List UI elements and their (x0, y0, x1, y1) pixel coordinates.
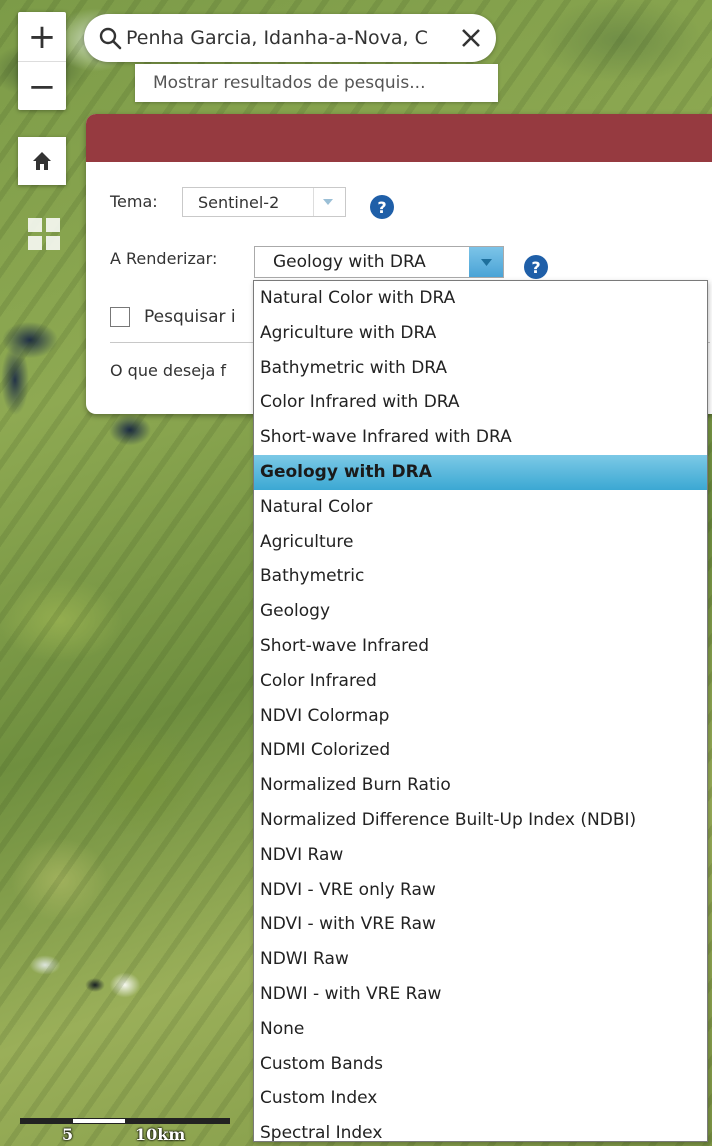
dropdown-option[interactable]: Bathymetric (254, 559, 707, 594)
dropdown-option[interactable]: NDMI Colorized (254, 733, 707, 768)
theme-label: Tema: (110, 192, 158, 211)
dropdown-option[interactable]: Natural Color with DRA (254, 281, 707, 316)
theme-value: Sentinel-2 (198, 192, 280, 212)
dropdown-option[interactable]: NDVI - VRE only Raw (254, 873, 707, 908)
scale-bar-graphic (20, 1118, 230, 1124)
dropdown-option[interactable]: Normalized Burn Ratio (254, 768, 707, 803)
dropdown-option[interactable]: Spectral Index (254, 1116, 707, 1141)
dropdown-option[interactable]: NDVI - with VRE Raw (254, 907, 707, 942)
search-images-checkbox[interactable] (110, 307, 130, 327)
dropdown-option[interactable]: None (254, 1012, 707, 1047)
home-button[interactable] (18, 137, 66, 185)
scale-bar: 5 10km (20, 1112, 250, 1146)
scale-label: 10km (135, 1125, 186, 1144)
dropdown-option[interactable]: Custom Bands (254, 1047, 707, 1082)
dropdown-option[interactable]: NDWI Raw (254, 942, 707, 977)
chevron-down-icon (313, 188, 342, 216)
dropdown-option[interactable]: Agriculture with DRA (254, 316, 707, 351)
render-dropdown-list[interactable]: Natural Color with DRA Agriculture with D… (253, 280, 708, 1142)
dropdown-option[interactable]: Geology (254, 594, 707, 629)
search-images-label: Pesquisar i (144, 307, 236, 327)
render-select[interactable]: Geology with DRA (254, 246, 504, 278)
dropdown-option[interactable]: NDVI Raw (254, 838, 707, 873)
dropdown-option[interactable]: Agriculture (254, 525, 707, 560)
render-label: A Renderizar: (110, 249, 218, 268)
dropdown-option[interactable]: Custom Index (254, 1081, 707, 1116)
grid-cell (46, 218, 60, 232)
help-icon[interactable]: ? (524, 255, 548, 279)
search-bar (84, 14, 496, 62)
grid-cell (28, 218, 42, 232)
render-value: Geology with DRA (273, 252, 426, 272)
home-icon (33, 152, 51, 170)
scale-label: 5 (62, 1125, 74, 1144)
dropdown-option[interactable]: Normalized Difference Built-Up Index (ND… (254, 803, 707, 838)
help-icon[interactable]: ? (370, 195, 394, 219)
dropdown-option[interactable]: Bathymetric with DRA (254, 351, 707, 386)
grid-cell (28, 236, 42, 250)
dropdown-option[interactable]: Color Infrared (254, 664, 707, 699)
question-text: O que deseja f (110, 361, 227, 380)
dropdown-option[interactable]: Short-wave Infrared with DRA (254, 420, 707, 455)
dropdown-option[interactable]: Short-wave Infrared (254, 629, 707, 664)
panel-header (86, 114, 712, 162)
zoom-out-button[interactable]: − (18, 61, 66, 111)
dropdown-option[interactable]: Color Infrared with DRA (254, 385, 707, 420)
show-search-results-link[interactable]: Mostrar resultados de pesquis... (135, 64, 498, 102)
theme-select[interactable]: Sentinel-2 (182, 187, 346, 217)
widget-grid-button[interactable] (28, 218, 60, 250)
search-input[interactable] (126, 27, 446, 49)
dropdown-option[interactable]: Geology with DRA (254, 454, 707, 490)
dropdown-option[interactable]: Natural Color (254, 490, 707, 525)
dropdown-option[interactable]: NDVI Colormap (254, 699, 707, 734)
chevron-down-icon (469, 247, 503, 277)
zoom-in-button[interactable]: + (18, 12, 66, 61)
zoom-control: + − (18, 12, 66, 110)
grid-cell (46, 236, 60, 250)
dropdown-option[interactable]: NDWI - with VRE Raw (254, 977, 707, 1012)
close-icon[interactable] (458, 25, 484, 51)
search-icon[interactable] (98, 26, 122, 50)
